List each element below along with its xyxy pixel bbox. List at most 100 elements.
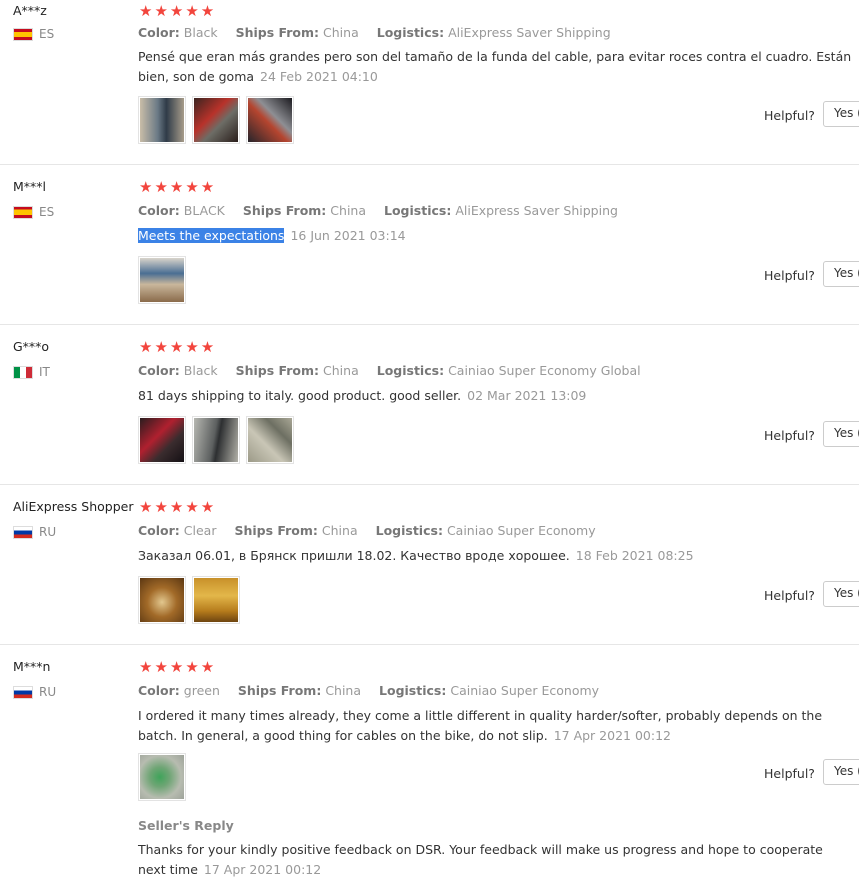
helpful-yes-button[interactable]: Yes ( xyxy=(823,261,859,287)
star-rating: ★★★★★ xyxy=(139,338,217,356)
country-code: IT xyxy=(39,365,50,379)
review-photo[interactable] xyxy=(192,416,240,464)
star-rating: ★★★★★ xyxy=(139,2,217,20)
flag-es-icon xyxy=(13,205,33,219)
ships-from-label: Ships From: xyxy=(234,523,318,538)
helpful-yes-button[interactable]: Yes ( xyxy=(823,421,859,447)
logistics-label: Logistics: xyxy=(376,25,445,40)
reviewer-country: ES xyxy=(13,27,54,41)
reviewer-country: IT xyxy=(13,365,50,379)
review-date: 02 Mar 2021 13:09 xyxy=(467,388,587,403)
helpful-label: Helpful? xyxy=(764,108,815,123)
ships-from-label: Ships From: xyxy=(237,683,322,698)
review-meta: Color: Clear Ships From: China Logistics… xyxy=(138,523,610,538)
color-value: green xyxy=(183,683,220,698)
reviewer-country: RU xyxy=(13,525,56,539)
star-rating: ★★★★★ xyxy=(139,498,217,516)
review-photo[interactable] xyxy=(246,416,294,464)
country-code: ES xyxy=(39,27,55,41)
logistics-label: Logistics: xyxy=(376,363,445,378)
review-item: M***n RU ★★★★★ Color: green Ships From: … xyxy=(0,645,859,885)
color-label: Color: xyxy=(138,203,180,218)
flag-es-icon xyxy=(13,27,33,41)
review-item: M***l ES ★★★★★ Color: BLACK Ships From: … xyxy=(0,165,859,325)
reviewer-name: AliExpress Shopper xyxy=(13,499,134,514)
ships-from-value: China xyxy=(323,25,359,40)
review-photo[interactable] xyxy=(192,576,240,624)
review-body: Pensé que eran más grandes pero son del … xyxy=(138,49,852,84)
review-meta: Color: green Ships From: China Logistics… xyxy=(138,683,613,698)
reviewer-name: M***n xyxy=(13,659,51,674)
review-photos xyxy=(138,416,294,464)
ships-from-label: Ships From: xyxy=(235,363,320,378)
review-meta: Color: Black Ships From: China Logistics… xyxy=(138,25,625,40)
star-rating: ★★★★★ xyxy=(139,658,217,676)
color-value: Black xyxy=(183,25,218,40)
review-photos xyxy=(138,96,294,144)
review-date: 24 Feb 2021 04:10 xyxy=(260,69,378,84)
helpful-label: Helpful? xyxy=(764,588,815,603)
review-photo[interactable] xyxy=(138,96,186,144)
logistics-label: Logistics: xyxy=(379,683,447,698)
star-rating: ★★★★★ xyxy=(139,178,217,196)
review-photo[interactable] xyxy=(192,96,240,144)
seller-reply-title: Seller's Reply xyxy=(138,818,234,833)
reviewer-country: ES xyxy=(13,205,54,219)
flag-ru-icon xyxy=(13,685,33,699)
reviewer-name: A***z xyxy=(13,3,47,18)
review-photo[interactable] xyxy=(138,576,186,624)
review-text: Заказал 06.01, в Брянск пришли 18.02. Ка… xyxy=(138,546,853,566)
helpful-label: Helpful? xyxy=(764,766,815,781)
logistics-label: Logistics: xyxy=(375,523,443,538)
color-value: Clear xyxy=(183,523,217,538)
review-body: Заказал 06.01, в Брянск пришли 18.02. Ка… xyxy=(138,548,570,563)
color-label: Color: xyxy=(138,683,180,698)
review-item: G***o IT ★★★★★ Color: Black Ships From: … xyxy=(0,325,859,485)
review-photo[interactable] xyxy=(138,753,186,801)
review-text: I ordered it many times already, they co… xyxy=(138,706,853,746)
review-body: Meets the expectations xyxy=(138,228,285,243)
helpful-label: Helpful? xyxy=(764,428,815,443)
review-photo[interactable] xyxy=(246,96,294,144)
helpful-yes-button[interactable]: Yes ( xyxy=(823,759,859,785)
review-item: A***z ES ★★★★★ Color: Black Ships From: … xyxy=(0,0,859,165)
review-meta: Color: Black Ships From: China Logistics… xyxy=(138,363,655,378)
reviewer-country: RU xyxy=(13,685,56,699)
review-photo[interactable] xyxy=(138,256,186,304)
review-photos xyxy=(138,256,186,304)
reviewer-name: G***o xyxy=(13,339,50,354)
review-date: 18 Feb 2021 08:25 xyxy=(575,548,694,563)
ships-from-label: Ships From: xyxy=(235,25,320,40)
review-photos xyxy=(138,576,240,624)
flag-it-icon xyxy=(13,365,33,379)
color-value: Black xyxy=(183,363,218,378)
logistics-value: Cainiao Super Economy Global xyxy=(448,363,641,378)
logistics-label: Logistics: xyxy=(384,203,452,218)
flag-ru-icon xyxy=(13,525,33,539)
review-item: AliExpress Shopper RU ★★★★★ Color: Clear… xyxy=(0,485,859,645)
logistics-value: Cainiao Super Economy xyxy=(446,523,596,538)
logistics-value: AliExpress Saver Shipping xyxy=(448,25,611,40)
country-code: RU xyxy=(39,525,57,539)
review-text: Pensé que eran más grandes pero son del … xyxy=(138,47,853,87)
helpful-label: Helpful? xyxy=(764,268,815,283)
review-body: 81 days shipping to italy. good product.… xyxy=(138,388,462,403)
country-code: RU xyxy=(39,685,57,699)
ships-from-value: China xyxy=(330,203,367,218)
helpful-yes-button[interactable]: Yes ( xyxy=(823,101,859,127)
ships-from-value: China xyxy=(323,363,359,378)
helpful-yes-button[interactable]: Yes ( xyxy=(823,581,859,607)
review-photo[interactable] xyxy=(138,416,186,464)
logistics-value: AliExpress Saver Shipping xyxy=(455,203,618,218)
country-code: ES xyxy=(39,205,55,219)
ships-from-value: China xyxy=(325,683,362,698)
seller-reply-text: Thanks for your kindly positive feedback… xyxy=(138,840,828,880)
review-text: 81 days shipping to italy. good product.… xyxy=(138,386,853,406)
seller-reply-date: 17 Apr 2021 00:12 xyxy=(203,862,322,877)
color-label: Color: xyxy=(138,363,180,378)
ships-from-label: Ships From: xyxy=(242,203,327,218)
color-label: Color: xyxy=(138,25,180,40)
logistics-value: Cainiao Super Economy xyxy=(450,683,600,698)
color-label: Color: xyxy=(138,523,180,538)
review-photos xyxy=(138,753,186,801)
